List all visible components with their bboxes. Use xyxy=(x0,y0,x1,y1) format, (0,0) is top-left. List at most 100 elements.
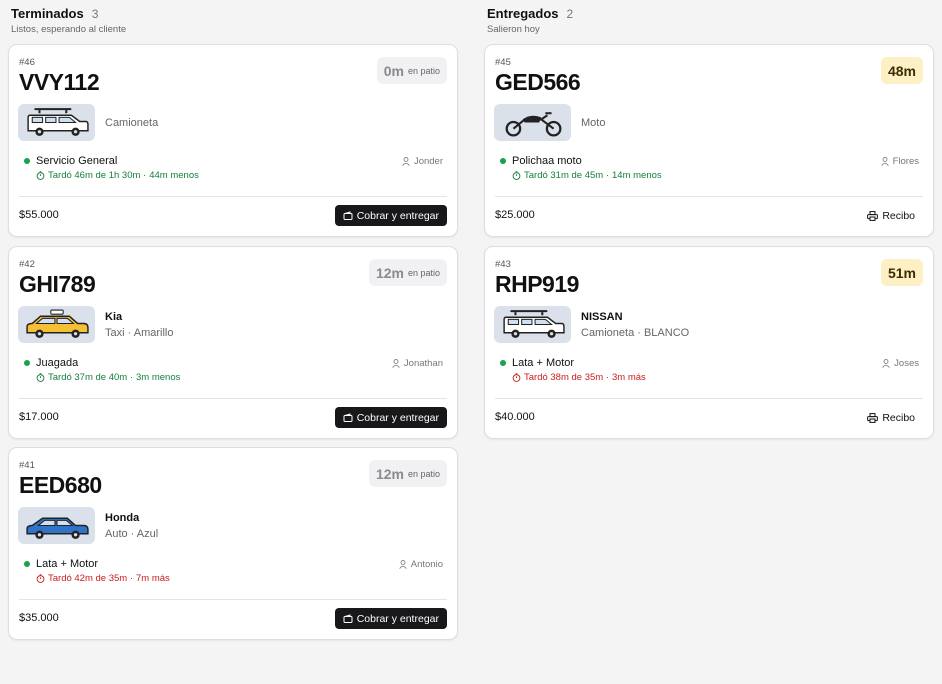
taxi-icon xyxy=(18,306,95,343)
assigned-worker: Joses xyxy=(882,358,919,369)
column-title: Entregados xyxy=(487,6,559,21)
elapsed-badge: 48m xyxy=(880,57,923,84)
vehicle-card[interactable]: #45 GED566 48m Moto Polichaa moto Tardó … xyxy=(484,44,934,237)
vehicle-make: Honda xyxy=(105,512,140,524)
stopwatch-icon xyxy=(36,171,45,180)
vehicle-card[interactable]: #43 RHP919 51m NISSAN Camioneta · BLANCO… xyxy=(484,246,934,439)
column-terminados: Terminados 3 Listos, esperando al client… xyxy=(0,0,466,684)
yard-timer: 12m en patio xyxy=(368,460,447,487)
vehicle-card[interactable]: #41 EED680 12m en patio Honda Auto · Azu… xyxy=(8,447,458,640)
charge-and-deliver-button[interactable]: Cobrar y entregar xyxy=(334,205,447,226)
ticket-number: #43 xyxy=(495,259,511,270)
column-header: Entregados 2 Salieron hoy xyxy=(487,6,573,35)
license-plate: RHP919 xyxy=(495,271,579,297)
duration-diff: 14m menos xyxy=(612,170,662,181)
price: $17.000 xyxy=(19,411,59,423)
assigned-worker: Flores xyxy=(880,156,919,167)
license-plate: GED566 xyxy=(495,69,581,95)
charge-and-deliver-button[interactable]: Cobrar y entregar xyxy=(334,407,447,428)
column-header: Terminados 3 Listos, esperando al client… xyxy=(11,6,126,35)
status-dot xyxy=(24,561,30,567)
status-dot xyxy=(500,360,506,366)
suv-icon xyxy=(18,104,95,141)
vehicle-info: Moto xyxy=(581,117,605,129)
duration-text: Tardó 38m de 35m · xyxy=(524,372,610,383)
status-dot xyxy=(24,360,30,366)
stopwatch-icon xyxy=(512,373,521,382)
column-title: Terminados xyxy=(11,6,84,21)
timer-value: 12m xyxy=(375,264,404,281)
sedan-icon xyxy=(18,507,95,544)
printer-icon xyxy=(867,211,879,221)
vehicle-description: Camioneta xyxy=(105,117,159,129)
service-duration: Tardó 38m de 35m · 3m más xyxy=(512,372,646,383)
motorcycle-icon xyxy=(494,104,571,141)
button-label: Recibo xyxy=(882,412,915,424)
service-duration: Tardó 42m de 35m · 7m más xyxy=(36,573,170,584)
button-label: Cobrar y entregar xyxy=(356,411,439,424)
service-info: Lata + Motor Tardó 38m de 35m · 3m más xyxy=(500,357,646,383)
timer-value: 51m xyxy=(887,264,916,281)
wallet-icon xyxy=(343,412,353,422)
suv-icon xyxy=(494,306,571,343)
yard-timer: 12m en patio xyxy=(368,259,447,286)
timer-unit: en patio xyxy=(407,65,440,76)
timer-unit: en patio xyxy=(407,267,440,278)
assigned-worker: Jonathan xyxy=(392,358,443,369)
duration-text: Tardó 46m de 1h 30m · xyxy=(48,170,147,181)
assigned-worker: Antonio xyxy=(399,559,443,570)
worker-name: Antonio xyxy=(410,559,443,570)
wallet-icon xyxy=(343,210,353,220)
vehicle-info: Honda Auto · Azul xyxy=(105,512,158,540)
vehicle-description: Taxi · Amarillo xyxy=(105,327,174,339)
divider xyxy=(495,398,923,399)
service-name: Servicio General xyxy=(36,155,118,167)
service-info: Polichaa moto Tardó 31m de 45m · 14m men… xyxy=(500,155,662,181)
divider xyxy=(19,196,447,197)
vehicle-description: Auto · Azul xyxy=(105,528,159,540)
worker-name: Jonathan xyxy=(403,358,443,369)
vehicle-description: Camioneta · BLANCO xyxy=(581,327,690,339)
charge-and-deliver-button[interactable]: Cobrar y entregar xyxy=(334,608,447,629)
service-name: Lata + Motor xyxy=(36,558,99,570)
divider xyxy=(495,196,923,197)
worker-name: Flores xyxy=(892,156,919,167)
duration-diff: 3m menos xyxy=(136,372,181,383)
column-count: 2 xyxy=(566,7,574,21)
column-entregados: Entregados 2 Salieron hoy #45 GED566 48m… xyxy=(476,0,942,684)
price: $55.000 xyxy=(19,209,59,221)
license-plate: GHI789 xyxy=(19,271,96,297)
service-info: Lata + Motor Tardó 42m de 35m · 7m más xyxy=(24,558,170,584)
receipt-button[interactable]: Recibo xyxy=(867,408,915,428)
button-label: Cobrar y entregar xyxy=(356,612,439,625)
stopwatch-icon xyxy=(36,373,45,382)
worker-name: Jonder xyxy=(413,156,443,167)
assigned-worker: Jonder xyxy=(402,156,443,167)
stopwatch-icon xyxy=(36,574,45,583)
vehicle-info: NISSAN Camioneta · BLANCO xyxy=(581,311,689,339)
column-subtitle: Listos, esperando al cliente xyxy=(11,24,127,35)
duration-diff: 7m más xyxy=(136,573,170,584)
column-subtitle: Salieron hoy xyxy=(487,24,540,35)
person-icon xyxy=(392,359,400,368)
person-icon xyxy=(880,157,889,166)
service-name: Juagada xyxy=(36,357,79,369)
vehicle-card[interactable]: #46 VVY112 0m en patio Camioneta Servici… xyxy=(8,44,458,237)
timer-value: 0m xyxy=(383,62,404,79)
timer-value: 48m xyxy=(887,62,916,79)
timer-unit: en patio xyxy=(407,468,440,479)
vehicle-description: Moto xyxy=(581,117,606,129)
ticket-number: #41 xyxy=(19,460,35,471)
service-duration: Tardó 46m de 1h 30m · 44m menos xyxy=(36,170,199,181)
duration-text: Tardó 37m de 40m · xyxy=(48,372,134,383)
receipt-button[interactable]: Recibo xyxy=(867,206,915,226)
button-label: Recibo xyxy=(882,210,915,222)
vehicle-info: Kia Taxi · Amarillo xyxy=(105,311,173,339)
vehicle-card[interactable]: #42 GHI789 12m en patio Kia Taxi · Amari… xyxy=(8,246,458,439)
price: $25.000 xyxy=(495,209,535,221)
duration-diff: 3m más xyxy=(612,372,646,383)
license-plate: VVY112 xyxy=(19,69,100,95)
divider xyxy=(19,599,447,600)
duration-text: Tardó 31m de 45m · xyxy=(524,170,610,181)
service-name: Lata + Motor xyxy=(512,357,575,369)
